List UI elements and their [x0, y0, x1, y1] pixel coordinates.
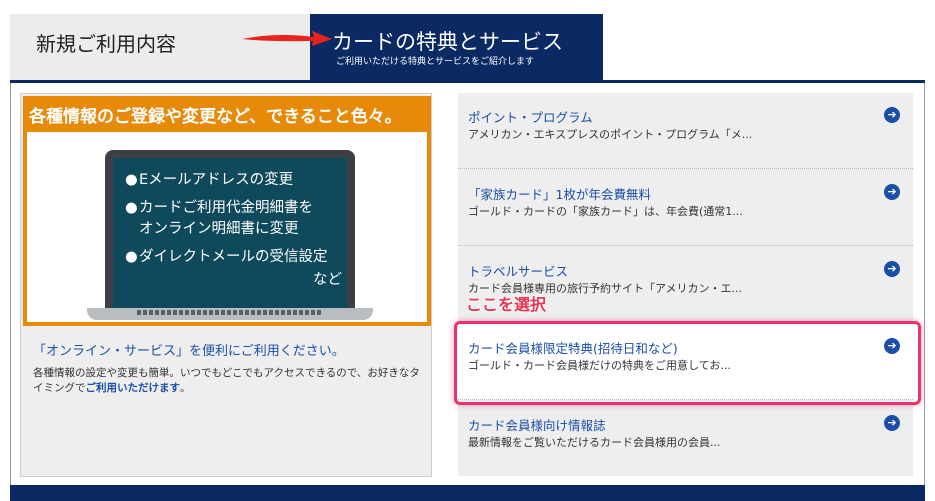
screen-item-email: ●Eメールアドレスの変更	[125, 172, 294, 188]
list-item-title: ポイント・プログラム	[468, 110, 593, 125]
arrow-right-icon[interactable]: ➔	[884, 415, 900, 431]
list-item-member-magazine[interactable]: カード会員様向け情報誌 最新情報をご覧いただけるカード会員様用の会員... ➔	[458, 401, 913, 477]
laptop-base	[87, 308, 373, 320]
banner-illustration: ●Eメールアドレスの変更 ●カードご利用代金明細書を オンライン明細書に変更 ●…	[27, 132, 427, 322]
list-item-desc: 最新情報をご覧いただけるカード会員様用の会員...	[468, 436, 721, 449]
online-service-link[interactable]: 「オンライン・サービス」を便利にご利用ください。	[33, 340, 345, 359]
laptop-screen: ●Eメールアドレスの変更 ●カードご利用代金明細書を オンライン明細書に変更 ●…	[113, 158, 347, 308]
highlight-box-annotation	[454, 321, 921, 405]
list-item-title: カード会員様向け情報誌	[468, 418, 606, 433]
list-item-title: 「家族カード」1枚が年会費無料	[468, 187, 651, 202]
list-item-point-program[interactable]: ポイント・プログラム アメリカン・エキスプレスのポイント・プログラム「メ... …	[458, 93, 913, 169]
laptop-icon: ●Eメールアドレスの変更 ●カードご利用代金明細書を オンライン明細書に変更 ●…	[105, 150, 355, 308]
list-item-title: トラベルサービス	[468, 264, 569, 279]
select-here-callout: ここを選択	[466, 295, 547, 314]
screen-item-statement: ●カードご利用代金明細書を	[125, 200, 313, 216]
banner-title: 各種情報のご登録や変更など、できること色々。	[29, 107, 402, 127]
list-item-desc: アメリカン・エキスプレスのポイント・プログラム「メ...	[468, 128, 753, 141]
tab-new-usage-label: 新規ご利用内容	[36, 32, 176, 56]
online-service-panel: 各種情報のご登録や変更など、できること色々。 ●Eメールアドレスの変更 ●カード…	[20, 93, 432, 477]
tab-card-benefits-label: カードの特典とサービス	[332, 30, 563, 54]
tab-card-benefits[interactable]: カードの特典とサービス ご利用いただける特典とサービスをご紹介します	[310, 14, 603, 80]
red-arrow-annotation	[242, 31, 332, 46]
list-item-desc: ゴールド・カードの「家族カード」は、年会費(通常1...	[468, 205, 743, 218]
arrow-right-icon[interactable]: ➔	[884, 107, 900, 123]
screen-item-dm: ●ダイレクトメールの受信設定	[125, 249, 328, 265]
footer-bar	[10, 485, 925, 501]
screen-item-etc: など	[313, 272, 342, 288]
arrow-right-icon[interactable]: ➔	[884, 184, 900, 200]
tab-card-benefits-sub: ご利用いただける特典とサービスをご紹介します	[336, 57, 535, 67]
online-service-banner[interactable]: 各種情報のご登録や変更など、できること色々。 ●Eメールアドレスの変更 ●カード…	[23, 96, 431, 326]
list-item-family-card[interactable]: 「家族カード」1枚が年会費無料 ゴールド・カードの「家族カード」は、年会費(通常…	[458, 170, 913, 246]
benefits-list: ポイント・プログラム アメリカン・エキスプレスのポイント・プログラム「メ... …	[458, 93, 913, 476]
screen-item-statement-2: オンライン明細書に変更	[139, 221, 299, 237]
online-service-description: 各種情報の設定や変更も簡単。いつでもどこでもアクセスできるので、お好きなタイミン…	[33, 367, 420, 394]
arrow-right-icon[interactable]: ➔	[884, 261, 900, 277]
